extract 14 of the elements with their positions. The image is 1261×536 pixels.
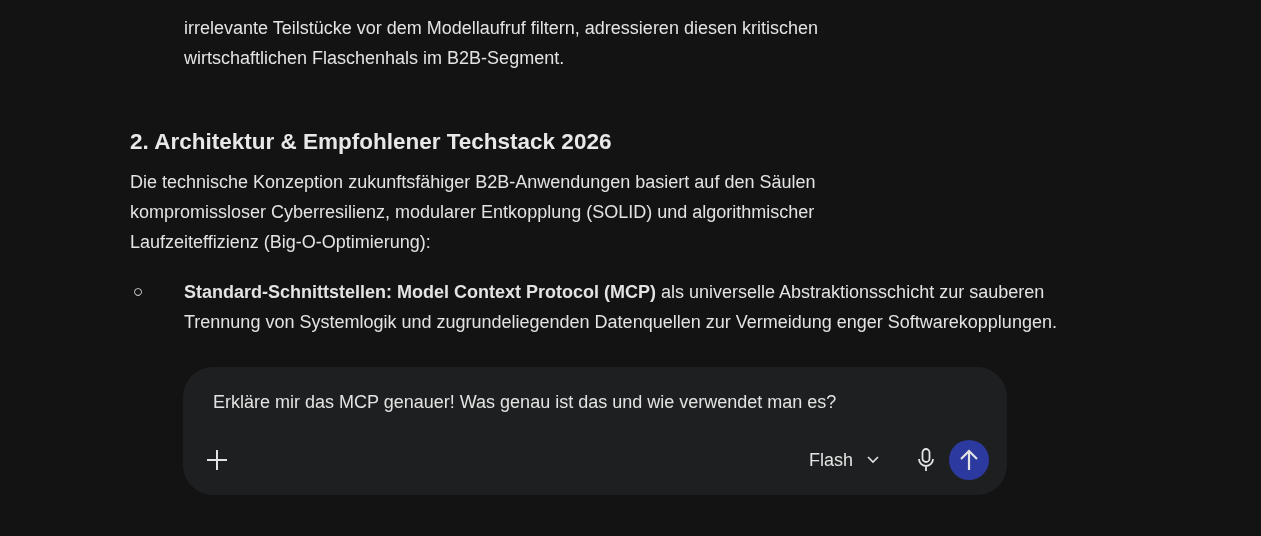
add-button[interactable] [205,448,229,472]
send-button[interactable] [949,440,989,480]
paragraph: Die technische Konzeption zukunftsfähiger B2B-Anwendungen basiert auf den Säulen kompromissloser Cyberresilienz, modularer Entkopplung (SOLID) und algorithmischer Laufzeiteffizienz (Big-O-Optimierung): [130,171,817,254]
model-selector[interactable]: Flash [801,441,887,479]
arrow-up-icon [959,449,979,471]
paragraph: irrelevante Teilstücke vor dem Modellaufruf filtern, adressieren diesen kritischen wirtschaftlichen Flaschenhals im B2B-Segment. [184,17,819,70]
microphone-button[interactable] [917,448,935,472]
prompt-field[interactable]: Erkläre mir das MCP genauer! Was genau ist das und wie verwendet man es? Flash [183,367,1007,495]
chevron-down-icon [867,456,879,464]
section-heading: 2. Architektur & Empfohlener Techstack 2026 [130,128,613,156]
bullet-text: Standard-Schnittstellen: Model Context Protocol (MCP) als universelle Abstraktionsschicht zur sauberen Trennung von Systemlogik und zugrundeliegenden Datenquellen zur Vermeidung enger Softwarekopplungen. [184,281,1058,334]
bullet-marker: ○ [132,281,145,303]
microphone-icon [917,448,935,472]
plus-icon [205,448,229,472]
